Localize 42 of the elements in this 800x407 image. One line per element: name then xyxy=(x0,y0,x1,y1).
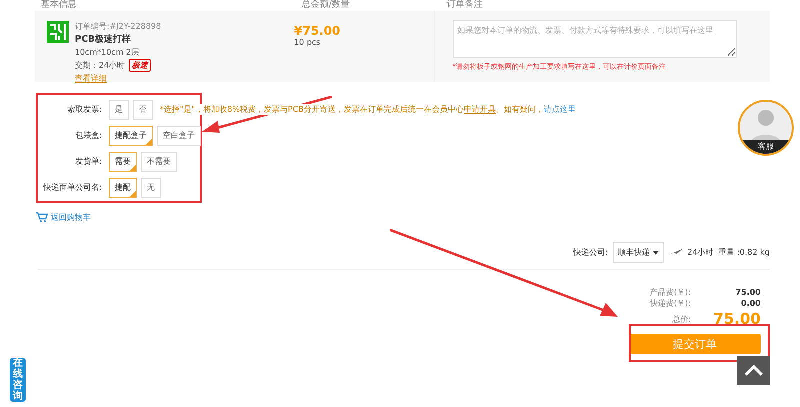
product-name: PCB极速打样 xyxy=(75,33,132,46)
option-label: 包装盒: xyxy=(74,130,102,141)
help-link[interactable]: 请点这里 xyxy=(544,105,576,114)
option-label: 索取发票: xyxy=(66,104,102,115)
option-button[interactable]: 否 xyxy=(133,100,153,120)
cart-icon xyxy=(36,212,48,223)
option-label: 发货单: xyxy=(74,156,102,167)
summary-value: 0.00 xyxy=(740,299,761,308)
price: ¥75.00 xyxy=(294,24,342,38)
option-button[interactable]: 无 xyxy=(141,178,161,198)
invoice-note: *选择"是"，将加收8%税费，发票与PCB分开寄送，发票在订单完成后统一在会员中心申请开具。如有疑问，请点这里 xyxy=(160,104,576,115)
caret-icon xyxy=(652,251,658,255)
option-button[interactable]: 捷配 xyxy=(109,178,137,198)
summary-value: 75.00 xyxy=(712,310,761,328)
online-chat-button[interactable]: 在线咨询 xyxy=(10,358,26,402)
carrier-select[interactable]: 顺丰快递 xyxy=(612,242,664,263)
remark-field[interactable]: 如果您对本订单的物流、发票、付款方式等有特殊要求，可以填写在这里 xyxy=(452,20,737,58)
delivery-time: 24小时 xyxy=(688,247,714,258)
quantity: 10 pcs xyxy=(294,38,322,47)
shipping-label: 快递公司: xyxy=(573,247,608,258)
weight: 重量 :0.82 kg xyxy=(718,247,770,258)
option-label: 快递面单公司名: xyxy=(42,182,102,193)
chevron-up-icon xyxy=(744,364,764,376)
lead-time: 交期：24小时 xyxy=(75,60,126,71)
option-button[interactable]: 不需要 xyxy=(141,152,177,172)
summary-value: 75.00 xyxy=(734,288,761,297)
apply-link[interactable]: 申请开具 xyxy=(464,105,496,114)
back-to-top-button[interactable] xyxy=(737,356,770,385)
option-button[interactable]: 是 xyxy=(109,100,129,120)
summary-label: 总价: xyxy=(671,314,691,324)
summary-label: 产品费(￥): xyxy=(649,287,691,298)
circuit-logo-icon xyxy=(47,21,69,43)
service-avatar[interactable]: 客服 xyxy=(738,100,794,156)
product-spec: 10cm*10cm 2层 xyxy=(75,47,140,58)
option-button[interactable]: 捷配盒子 xyxy=(109,126,153,146)
express-badge: 极速 xyxy=(129,59,152,72)
plane-icon xyxy=(668,249,682,256)
option-button[interactable]: 需要 xyxy=(109,152,137,172)
back-to-cart-link[interactable]: 返回购物车 xyxy=(36,212,91,223)
summary-label: 快递费(￥): xyxy=(648,298,691,309)
order-number: 订单编号:#J2Y-228898 xyxy=(75,21,162,32)
option-button[interactable]: 空白盒子 xyxy=(157,126,201,146)
